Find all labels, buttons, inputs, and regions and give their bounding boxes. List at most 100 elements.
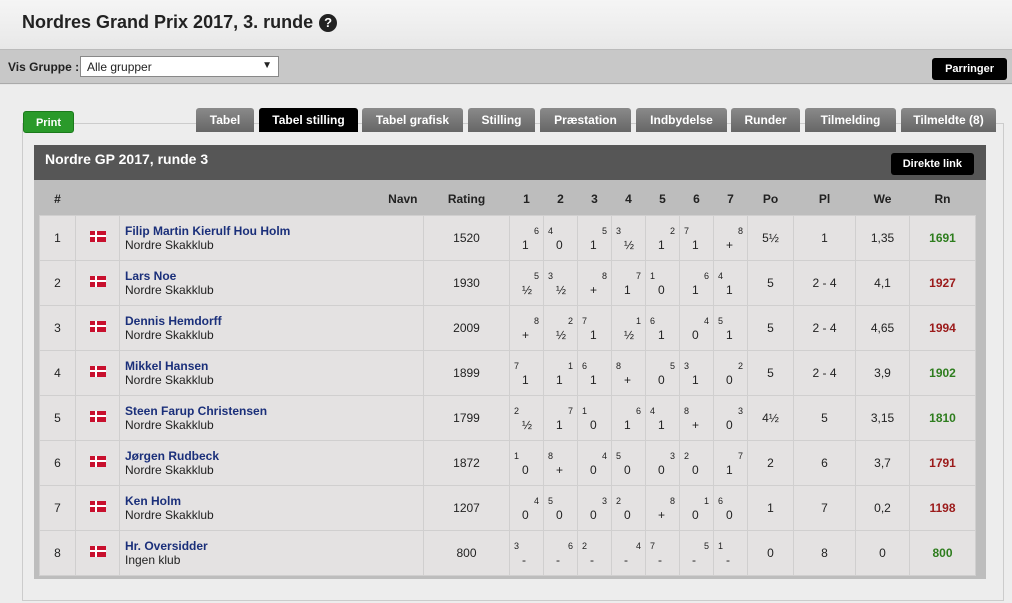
tab-6[interactable]: Runder — [731, 108, 800, 132]
round-result: 0 — [692, 327, 699, 342]
rating-performance-cell: 1198 — [909, 484, 976, 531]
flag-cell — [75, 484, 120, 531]
opponent-number: 5 — [601, 225, 607, 236]
column-header: 5 — [659, 191, 666, 206]
standings-title: Nordre GP 2017, runde 3 — [45, 151, 209, 167]
player-club: Nordre Skakklub — [125, 372, 214, 387]
rating-performance-cell: 1791 — [909, 439, 976, 486]
points-cell: 4½ — [747, 394, 794, 441]
direct-link-button[interactable]: Direkte link — [890, 153, 974, 175]
points-cell: 5 — [747, 349, 794, 396]
opponent-number: 7 — [684, 225, 690, 236]
rating-performance-cell: 1902 — [909, 349, 976, 396]
points-cell: 5 — [747, 304, 794, 351]
round-cell: 8 + — [679, 394, 714, 441]
table-row: 4 Mikkel Hansen Nordre Skakklub 1899 7 1 1 1 6 1 8… — [39, 349, 976, 396]
tab-0[interactable]: Tabel — [196, 108, 254, 132]
denmark-flag-icon — [89, 365, 106, 377]
round-cell: 41 — [645, 394, 680, 441]
tab-4[interactable]: Præstation — [540, 108, 631, 132]
opponent-number: 5 — [548, 495, 554, 506]
round-result: ½ — [624, 327, 635, 342]
we-cell: 4,1 — [855, 259, 910, 306]
rating-cell: 1207 — [423, 484, 510, 531]
player-name-link[interactable]: Dennis Hemdorff — [125, 314, 423, 328]
rank-cell: 2 — [39, 259, 76, 306]
round-result: 0 — [590, 507, 597, 522]
round-cell: 41 — [713, 259, 748, 306]
opponent-number: 8 — [616, 360, 622, 371]
round-result: 1 — [658, 237, 665, 252]
opponent-number: 6 — [567, 540, 573, 551]
name-cell: Ken Holm Nordre Skakklub — [119, 484, 424, 531]
opponent-number: 3 — [514, 540, 520, 551]
round-cell: 5- — [679, 529, 714, 576]
round-result: + — [590, 282, 598, 297]
round-result: + — [726, 237, 734, 252]
opponent-number: 1 — [567, 360, 573, 371]
tab-3[interactable]: Stilling — [468, 108, 535, 132]
player-name-link[interactable]: Filip Martin Kierulf Hou Holm — [125, 224, 423, 238]
column-header: 7 — [727, 191, 734, 206]
round-result: 0 — [726, 507, 733, 522]
opponent-number: 2 — [514, 405, 520, 416]
opponent-number: 4 — [718, 270, 724, 281]
player-name-link[interactable]: Lars Noe — [125, 269, 423, 283]
tab-2[interactable]: Tabel grafisk — [362, 108, 463, 132]
player-name-link[interactable]: Steen Farup Christensen — [125, 404, 423, 418]
rating-cell: 2009 — [423, 304, 510, 351]
tab-8[interactable]: Tilmeldte (8) — [901, 108, 996, 132]
tab-1[interactable]: Tabel stilling — [259, 108, 358, 132]
help-icon[interactable]: ? — [319, 14, 338, 32]
player-name-link[interactable]: Mikkel Hansen — [125, 359, 423, 373]
name-cell: Dennis Hemdorff Nordre Skakklub — [119, 304, 424, 351]
round-result: ½ — [522, 417, 533, 432]
tab-5[interactable]: Indbydelse — [636, 108, 727, 132]
opponent-number: 5 — [703, 540, 709, 551]
round-cell: 51 — [577, 214, 612, 261]
round-cell: 71 — [679, 214, 714, 261]
round-cell: 61 — [577, 349, 612, 396]
denmark-flag-icon — [89, 320, 106, 332]
player-name-link[interactable]: Jørgen Rudbeck — [125, 449, 423, 463]
round-result: ½ — [522, 282, 533, 297]
round-cell: 61 — [679, 259, 714, 306]
place-cell: 5 — [793, 394, 856, 441]
group-label: Vis Gruppe : — [8, 60, 80, 74]
print-button[interactable]: Print — [23, 111, 74, 133]
round-cell: 2½ — [509, 394, 544, 441]
round-cell: 8 + — [611, 349, 646, 396]
round-cell: 3½ — [611, 214, 646, 261]
player-club: Nordre Skakklub — [125, 282, 214, 297]
points-cell: 1 — [747, 484, 794, 531]
player-club: Nordre Skakklub — [125, 237, 214, 252]
opponent-number: 2 — [737, 360, 743, 371]
opponent-number: 7 — [567, 405, 573, 416]
opponent-number: 7 — [514, 360, 520, 371]
player-club: Nordre Skakklub — [125, 327, 214, 342]
player-name-link[interactable]: Hr. Oversidder — [125, 539, 423, 553]
player-name-link[interactable]: Ken Holm — [125, 494, 423, 508]
round-cell: 61 — [611, 394, 646, 441]
round-result: - — [624, 552, 628, 567]
rating-cell: 1520 — [423, 214, 510, 261]
flag-cell — [75, 439, 120, 486]
pairing-button[interactable]: Parringer — [932, 58, 1007, 80]
page-title: Nordres Grand Prix 2017, 3. runde? — [22, 12, 338, 33]
round-result: 0 — [658, 282, 665, 297]
player-club: Nordre Skakklub — [125, 507, 214, 522]
round-cell: 51 — [713, 304, 748, 351]
round-result: 1 — [624, 417, 631, 432]
round-cell: 1- — [713, 529, 748, 576]
player-club: Nordre Skakklub — [125, 462, 214, 477]
round-cell: 8 + — [645, 484, 680, 531]
group-select[interactable]: Alle grupper ▼ — [80, 56, 279, 77]
round-cell: 40 — [577, 439, 612, 486]
round-result: - — [556, 552, 560, 567]
opponent-number: 8 — [548, 450, 554, 461]
tab-7[interactable]: Tilmelding — [805, 108, 896, 132]
opponent-number: 7 — [582, 315, 588, 326]
round-result: ½ — [624, 237, 635, 252]
round-result: 0 — [692, 507, 699, 522]
round-result: 1 — [522, 237, 529, 252]
